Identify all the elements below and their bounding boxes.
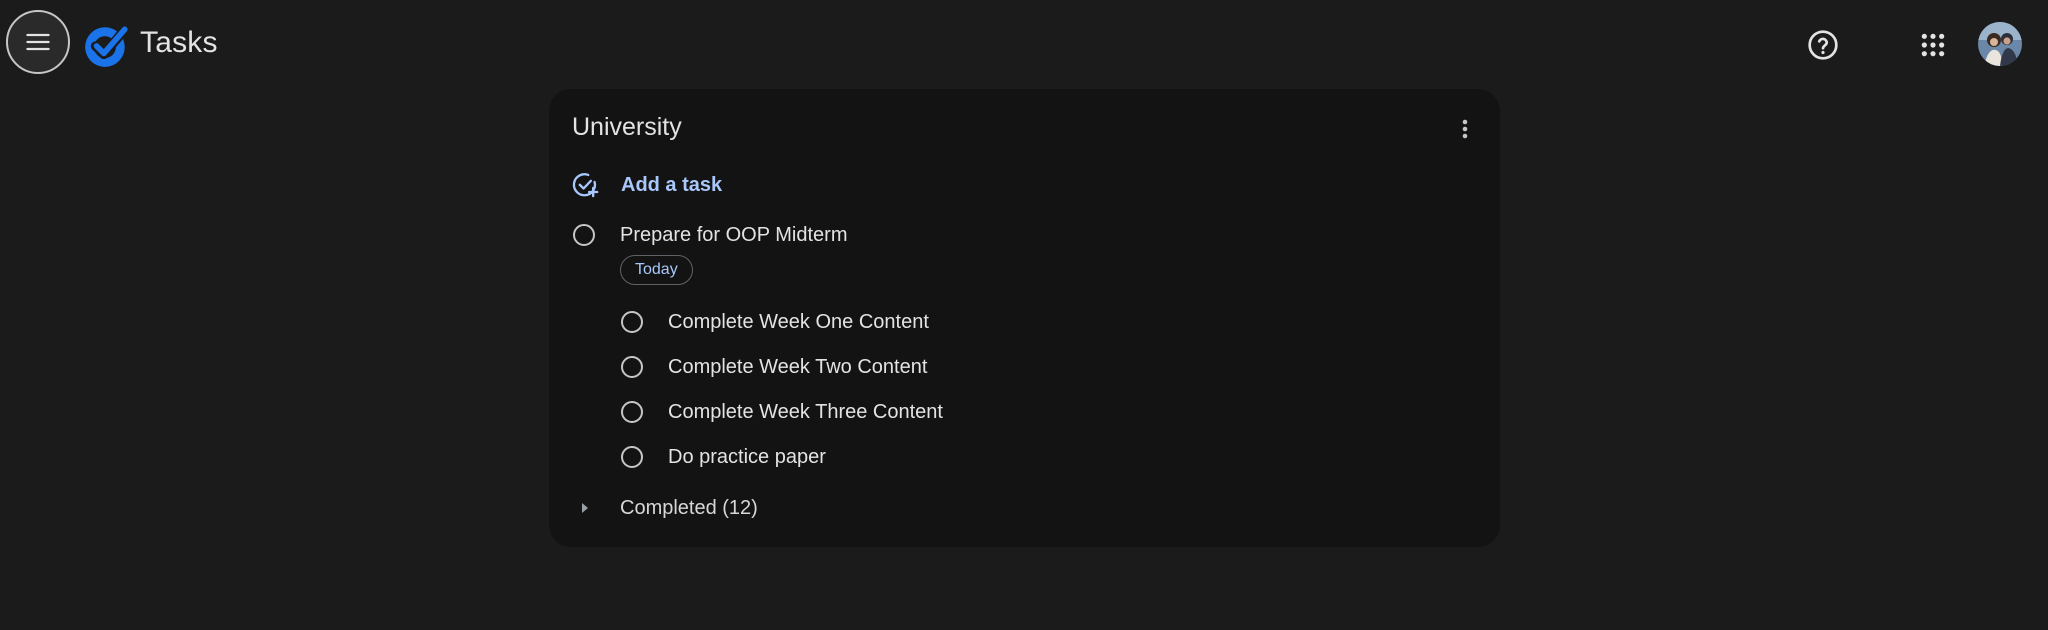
subtask-title: Complete Week One Content [668, 310, 929, 333]
subtask-title: Complete Week Three Content [668, 400, 943, 423]
add-task-button[interactable]: Add a task [571, 169, 722, 201]
subtask-item[interactable]: Complete Week Two Content [621, 351, 927, 383]
subtask-item[interactable]: Complete Week One Content [621, 306, 929, 338]
app-title: Tasks [140, 26, 218, 59]
subtask-complete-toggle[interactable] [621, 356, 643, 378]
avatar-image [1978, 22, 2022, 66]
help-button[interactable] [1800, 22, 1846, 68]
google-apps-button[interactable] [1910, 22, 1956, 68]
completed-section-toggle[interactable]: Completed (12) [573, 492, 758, 524]
subtask-complete-toggle[interactable] [621, 446, 643, 468]
task-item[interactable]: Prepare for OOP Midterm [573, 219, 847, 251]
subtask-item[interactable]: Complete Week Three Content [621, 396, 943, 428]
list-options-button[interactable] [1449, 113, 1481, 145]
subtask-title: Do practice paper [668, 445, 826, 468]
apps-grid-icon [1921, 33, 1945, 57]
add-task-icon [572, 173, 599, 198]
chevron-right-icon [582, 503, 588, 513]
help-icon [1808, 30, 1838, 60]
account-avatar[interactable] [1978, 22, 2022, 66]
due-date-chip[interactable]: Today [620, 255, 693, 285]
main-menu-button[interactable] [6, 10, 70, 74]
more-vert-icon [1462, 119, 1468, 139]
completed-label: Completed (12) [620, 496, 758, 519]
add-task-label: Add a task [621, 173, 723, 196]
task-title: Prepare for OOP Midterm [620, 223, 848, 246]
list-title: University [572, 113, 682, 141]
task-complete-toggle[interactable] [573, 224, 595, 246]
tasks-logo-icon [85, 23, 131, 67]
top-bar: Tasks [0, 0, 2048, 88]
menu-icon [26, 33, 50, 51]
subtask-title: Complete Week Two Content [668, 355, 928, 378]
task-list-card: University Add a task Prepare for OOP Mi… [549, 89, 1500, 547]
subtask-item[interactable]: Do practice paper [621, 441, 826, 473]
subtask-complete-toggle[interactable] [621, 401, 643, 423]
subtask-complete-toggle[interactable] [621, 311, 643, 333]
